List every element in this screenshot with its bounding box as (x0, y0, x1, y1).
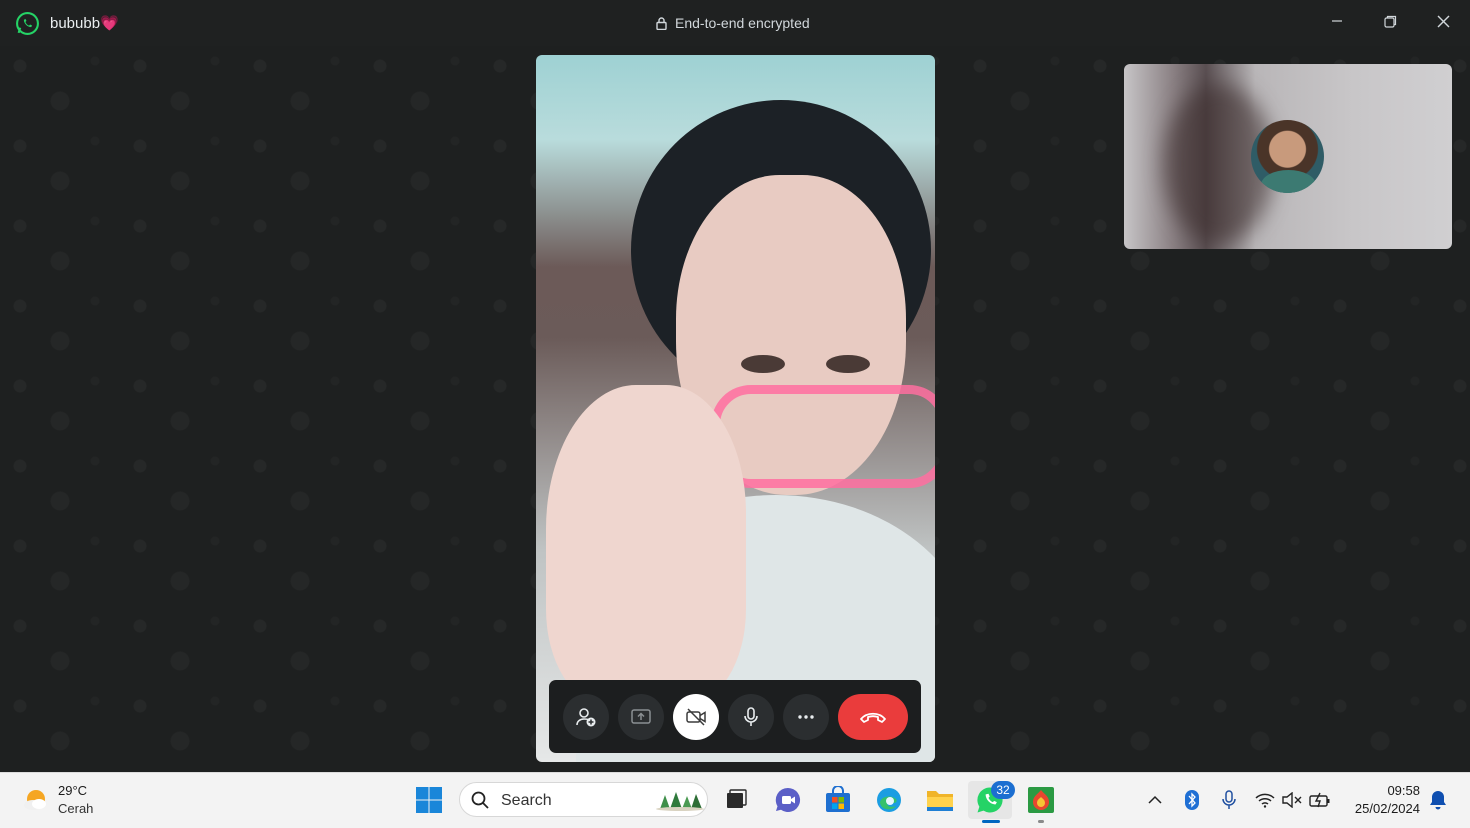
clock-date: 25/02/2024 (1354, 801, 1420, 816)
bluetooth-tray-button[interactable] (1181, 789, 1203, 811)
search-highlight-trees-icon (656, 792, 704, 811)
remote-video-feed (536, 55, 935, 762)
video-chat-icon (775, 787, 801, 812)
microphone-icon (1222, 790, 1236, 809)
bluetooth-icon (1185, 790, 1199, 810)
clock-time: 09:58 (1387, 783, 1420, 798)
encryption-label: End-to-end encrypted (675, 15, 810, 31)
restore-button[interactable] (1375, 6, 1405, 36)
battery-charging-icon (1309, 792, 1330, 808)
partly-sunny-icon (24, 790, 46, 810)
microphone-icon (744, 707, 758, 726)
video-eye-shape (826, 355, 870, 373)
restore-icon (1383, 15, 1396, 28)
volume-tray-button[interactable] (1281, 789, 1303, 811)
video-glasses-shape (711, 385, 935, 488)
minimize-icon (1332, 20, 1342, 22)
video-eye-shape (741, 355, 785, 373)
call-controls-bar (549, 680, 921, 753)
active-app-indicator (982, 820, 1000, 823)
windows-logo-icon (416, 787, 442, 813)
microsoft-store-icon (826, 786, 850, 812)
share-screen-icon (631, 709, 651, 724)
avatar (1251, 120, 1324, 193)
battery-tray-button[interactable] (1309, 789, 1331, 811)
task-view-button[interactable] (720, 784, 752, 816)
microphone-tray-button[interactable] (1218, 789, 1240, 811)
minimize-button[interactable] (1322, 6, 1352, 36)
show-hidden-icons-button[interactable] (1144, 789, 1166, 811)
lock-icon (656, 16, 667, 30)
bell-icon (1430, 791, 1446, 810)
avatar-shirt-shape (1261, 170, 1316, 193)
close-button[interactable] (1428, 6, 1458, 36)
hang-up-icon (860, 712, 886, 723)
self-video-preview[interactable] (1124, 64, 1452, 249)
camera-toggle-button[interactable] (673, 694, 719, 740)
video-hand-shape (546, 385, 746, 705)
wifi-icon (1255, 793, 1275, 808)
search-icon (471, 791, 489, 809)
store-app-button[interactable] (822, 784, 854, 816)
person-add-icon (576, 708, 596, 727)
taskbar-search[interactable]: Search (459, 782, 708, 817)
meet-app-button[interactable] (772, 784, 804, 816)
title-bar: bububb💗 End-to-end encrypted (0, 0, 1470, 46)
network-tray-button[interactable] (1254, 789, 1276, 811)
running-app-indicator (1038, 820, 1044, 823)
weather-temperature: 29°C (58, 783, 88, 798)
file-explorer-button[interactable] (924, 784, 956, 816)
more-options-button[interactable] (783, 694, 829, 740)
microphone-button[interactable] (728, 694, 774, 740)
add-participant-button[interactable] (563, 694, 609, 740)
task-view-icon (727, 789, 747, 808)
whatsapp-icon (16, 12, 39, 35)
share-screen-button[interactable] (618, 694, 664, 740)
video-off-icon (686, 708, 706, 726)
photos-app-button[interactable] (1025, 784, 1057, 816)
edge-browser-button[interactable] (873, 784, 905, 816)
more-icon (798, 715, 814, 719)
notification-badge: 32 (991, 781, 1015, 799)
search-placeholder: Search (501, 792, 552, 809)
folder-icon (927, 791, 953, 811)
contact-name: bububb💗 (50, 14, 119, 32)
contact-name-text: bububb (50, 15, 101, 32)
close-icon (1437, 15, 1449, 27)
notifications-button[interactable] (1427, 789, 1449, 811)
end-call-button[interactable] (838, 694, 908, 740)
windows-taskbar: 29°C Cerah Search 32 09:58 25/02/2024 (0, 772, 1470, 828)
image-app-icon (1028, 787, 1054, 813)
weather-condition: Cerah (58, 801, 94, 816)
start-button[interactable] (413, 784, 445, 816)
heart-emoji: 💗 (100, 15, 119, 32)
edge-browser-icon (877, 788, 901, 812)
encryption-status: End-to-end encrypted (656, 15, 810, 31)
volume-muted-icon (1282, 792, 1302, 808)
chevron-up-icon (1148, 795, 1162, 804)
